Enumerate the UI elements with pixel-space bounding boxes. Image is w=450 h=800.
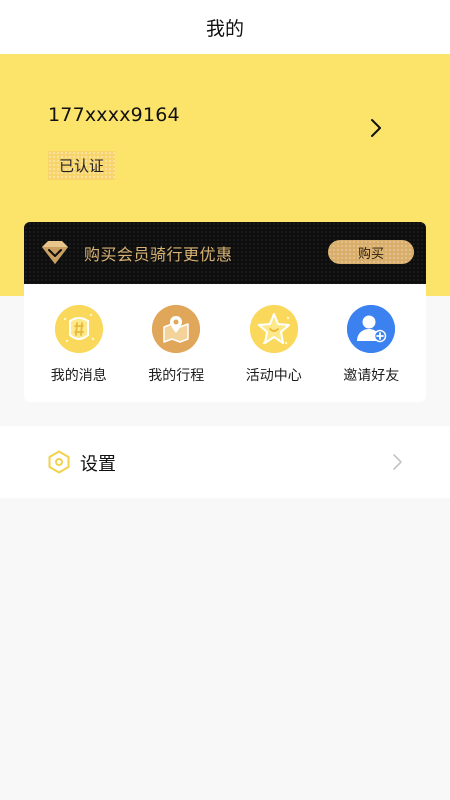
- buy-membership-button[interactable]: 购买: [328, 240, 414, 264]
- message-icon: [54, 305, 103, 353]
- quick-action-label: 我的行程: [148, 368, 205, 384]
- quick-action-invite-friends[interactable]: 邀请好友: [326, 284, 416, 402]
- diamond-icon: [42, 241, 68, 264]
- membership-promo-text: 购买会员骑行更优惠: [84, 245, 233, 264]
- activity-star-icon: [249, 305, 298, 353]
- settings-row[interactable]: 设置: [0, 426, 450, 498]
- quick-action-label: 我的消息: [50, 368, 107, 384]
- chevron-right-icon: [393, 454, 402, 470]
- user-phone-number[interactable]: 177xxxx9164: [48, 104, 180, 126]
- verified-badge-label: 已认证: [59, 157, 105, 175]
- verified-badge: 已认证: [48, 151, 116, 180]
- quick-action-label: 活动中心: [245, 368, 302, 384]
- membership-banner[interactable]: 购买会员骑行更优惠 购买: [24, 222, 426, 284]
- top-bar: 我的: [0, 0, 450, 54]
- quick-action-messages[interactable]: 我的消息: [34, 284, 124, 402]
- settings-hexagon-icon: [48, 450, 70, 474]
- quick-actions-card: 我的消息 我的行程 活动中心 邀请好友: [24, 284, 426, 402]
- invite-friend-icon: [347, 305, 396, 353]
- quick-action-trips[interactable]: 我的行程: [131, 284, 221, 402]
- quick-action-label: 邀请好友: [343, 368, 400, 384]
- chevron-right-icon[interactable]: [364, 116, 388, 140]
- trip-map-icon: [152, 305, 201, 353]
- quick-action-activity-center[interactable]: 活动中心: [229, 284, 319, 402]
- settings-label: 设置: [80, 454, 116, 475]
- page-title: 我的: [205, 17, 244, 40]
